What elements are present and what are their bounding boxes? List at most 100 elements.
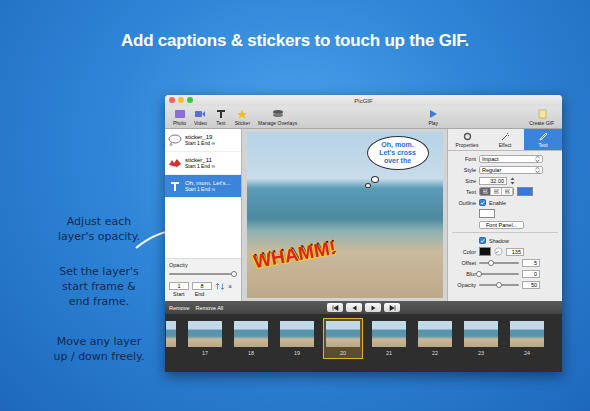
playback-button[interactable] — [327, 303, 343, 312]
toolbar-icon — [194, 109, 206, 119]
align-icon — [504, 189, 511, 194]
opacity-slider[interactable] — [169, 270, 237, 277]
start-field[interactable]: 1 — [169, 282, 189, 290]
minimize-button[interactable] — [178, 97, 184, 103]
toolbar: Photo Video Text Sticker Manage Overlays… — [165, 106, 562, 129]
frame-thumbnail[interactable]: 20 — [323, 318, 363, 359]
annotation: Move any layerup / down freely. — [34, 334, 164, 364]
text-icon — [168, 180, 182, 192]
tab-icon — [501, 132, 510, 141]
title-bar: PicGIF — [165, 95, 562, 106]
stepper-icon[interactable] — [510, 177, 515, 185]
inspector-tab[interactable]: Text — [524, 129, 562, 150]
annotation: Adjust eachlayer's opacity. — [34, 214, 164, 244]
gif-frame-photo: Oh, mom. Let's cross over the WHAMM! — [247, 132, 443, 298]
play-icon — [428, 109, 438, 119]
inspector-tab[interactable]: Properties — [448, 129, 486, 150]
caption-bubble[interactable]: Oh, mom. Let's cross over the — [367, 136, 429, 170]
alignment-buttons[interactable] — [479, 187, 514, 196]
playback-button[interactable] — [384, 303, 400, 312]
toolbar-button[interactable]: Photo — [173, 109, 186, 126]
shadow-slider[interactable] — [479, 281, 519, 288]
layer-item[interactable]: sticker_19 Start 1 End ∞ — [165, 129, 241, 152]
toolbar-icon — [215, 109, 227, 119]
frame-thumbnail[interactable]: 22 — [415, 318, 455, 359]
opacity-control: Opacity — [165, 258, 241, 280]
filmstrip: 17 18 19 20 21 22 23 24 — [165, 314, 562, 372]
create-gif-button[interactable]: Create GIF — [529, 109, 554, 126]
play-button[interactable]: Play — [428, 109, 438, 126]
angle-dial-icon[interactable] — [494, 247, 503, 256]
outline-color-well[interactable] — [479, 209, 495, 218]
bubble-icon — [168, 134, 182, 146]
close-button[interactable] — [169, 97, 175, 103]
frame-thumbnail[interactable]: 21 — [369, 318, 409, 359]
frame-thumbnail[interactable]: 19 — [277, 318, 317, 359]
sticker-icon — [168, 157, 182, 169]
playback-icon — [370, 305, 377, 311]
headline: Add captions & stickers to touch up the … — [0, 0, 590, 51]
align-icon — [493, 189, 500, 194]
frame-thumbnail[interactable]: 23 — [461, 318, 501, 359]
size-field[interactable]: 32.00 — [479, 177, 507, 185]
playback-button[interactable] — [365, 303, 381, 312]
toolbar-button[interactable]: Text — [215, 109, 227, 126]
frame-range: 1 8 × Start End — [165, 280, 241, 301]
playback-icon — [389, 305, 396, 311]
window-title: PicGIF — [354, 98, 372, 104]
document-icon — [537, 109, 547, 119]
angle-field[interactable]: 135 — [506, 248, 524, 256]
playback-button[interactable] — [346, 303, 362, 312]
up-down-icon[interactable] — [215, 283, 225, 290]
zoom-button[interactable] — [187, 97, 193, 103]
whamm-sticker[interactable]: WHAMM! — [251, 237, 337, 273]
remove-all-button[interactable]: Remove All — [195, 305, 223, 311]
inspector-tabs: Properties Effect Text — [448, 129, 562, 151]
value-field[interactable]: 5 — [522, 259, 540, 267]
frame-thumbnail[interactable] — [165, 318, 179, 350]
align-icon — [482, 189, 489, 194]
check-icon — [480, 200, 485, 206]
layer-item[interactable]: sticker_11 Start 1 End ∞ — [165, 152, 241, 175]
toolbar-button[interactable]: Manage Overlays — [258, 109, 297, 126]
remove-button[interactable]: Remove — [169, 305, 189, 311]
annotation: Set the layer'sstart frame &end frame. — [34, 264, 164, 309]
inspector-tab[interactable]: Effect — [486, 129, 524, 150]
value-field[interactable]: 50 — [522, 281, 540, 289]
canvas-area: Oh, mom. Let's cross over the WHAMM! — [242, 129, 447, 301]
dropdown[interactable]: Regular — [479, 166, 543, 174]
inspector-panel: Properties Effect Text Font Impact Style… — [447, 129, 562, 301]
tab-icon — [463, 132, 472, 141]
clear-button[interactable]: × — [228, 283, 232, 290]
shadow-slider[interactable] — [479, 259, 519, 266]
frame-thumbnail[interactable]: 17 — [185, 318, 225, 359]
frame-thumbnail[interactable]: 24 — [507, 318, 547, 359]
outline-checkbox[interactable] — [479, 199, 486, 206]
shadow-slider[interactable] — [479, 270, 519, 277]
dropdown-icon — [535, 156, 540, 162]
end-field[interactable]: 8 — [192, 282, 212, 290]
value-field[interactable]: 0 — [522, 270, 540, 278]
dropdown[interactable]: Impact — [479, 155, 543, 163]
shadow-checkbox[interactable] — [479, 237, 486, 244]
playback-icon — [351, 305, 358, 311]
check-icon — [480, 238, 485, 244]
layer-list: sticker_19 Start 1 End ∞ sticker_11 Star… — [165, 129, 241, 258]
playback-icon — [332, 305, 339, 311]
toolbar-button[interactable]: Video — [194, 109, 207, 126]
frame-thumbnail[interactable]: 18 — [231, 318, 271, 359]
toolbar-button[interactable]: Sticker — [235, 109, 250, 126]
text-color-well[interactable] — [517, 187, 533, 196]
shadow-color-well[interactable] — [479, 247, 491, 256]
toolbar-icon — [272, 109, 284, 119]
layer-panel: sticker_19 Start 1 End ∞ sticker_11 Star… — [165, 129, 242, 301]
app-window: PicGIF Photo Video Text Sticker Manage O… — [165, 95, 562, 372]
promo-page: Add captions & stickers to touch up the … — [0, 0, 590, 411]
dropdown-icon — [535, 167, 540, 173]
toolbar-icon — [174, 109, 186, 119]
font-panel-button[interactable]: Font Panel... — [479, 221, 524, 229]
tab-icon — [539, 132, 548, 141]
layer-item[interactable]: Oh, mom. Let's... Start 1 End ∞ — [165, 175, 241, 198]
toolbar-icon — [236, 109, 248, 119]
controls-bar: Remove Remove All — [165, 301, 562, 314]
